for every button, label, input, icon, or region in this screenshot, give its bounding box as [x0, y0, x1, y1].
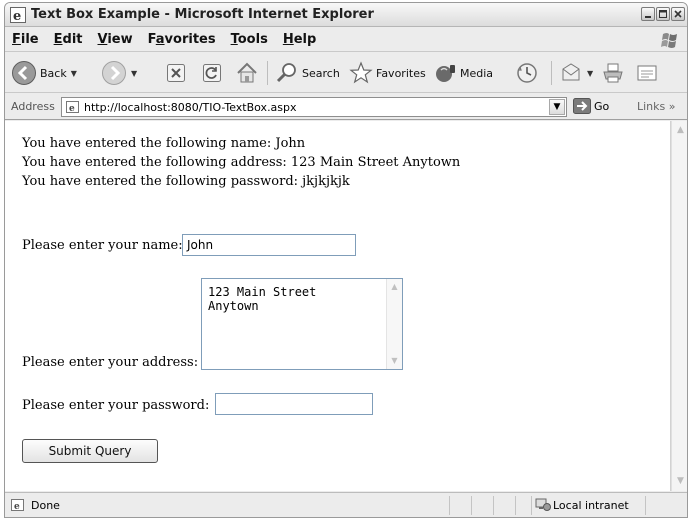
minimize-icon — [645, 16, 651, 18]
close-icon — [674, 10, 682, 18]
favorites-label: Favorites — [376, 66, 426, 80]
address-label: Address — [11, 100, 55, 113]
maximize-button[interactable] — [656, 7, 670, 21]
submit-query-button[interactable]: Submit Query — [22, 439, 158, 463]
address-textarea[interactable]: 123 Main Street Anytown ▲ ▼ — [201, 278, 403, 370]
page-content: You have entered the following name: Joh… — [5, 121, 671, 491]
print-button[interactable] — [601, 59, 625, 87]
scroll-down-icon[interactable]: ▼ — [387, 354, 402, 368]
search-label: Search — [302, 66, 340, 80]
toolbar-separator — [267, 61, 268, 85]
back-button[interactable]: Back ▼ — [11, 59, 77, 87]
favorites-star-icon — [349, 61, 373, 84]
entered-password-text: You have entered the following password:… — [22, 174, 350, 189]
forward-arrow-icon — [102, 61, 126, 85]
status-divider — [471, 496, 472, 515]
history-button[interactable] — [515, 59, 539, 87]
status-divider — [515, 496, 516, 515]
menu-bar: File Edit View Favorites Tools Help — [5, 28, 687, 52]
windows-flag-icon — [661, 33, 677, 48]
stop-button[interactable] — [165, 59, 187, 87]
mail-icon — [562, 63, 580, 81]
status-divider — [449, 496, 450, 515]
name-label: Please enter your name: — [22, 238, 183, 253]
svg-text:e: e — [69, 104, 75, 114]
address-url: http://localhost:8080/TIO-TextBox.aspx — [84, 101, 297, 114]
svg-text:e: e — [14, 502, 20, 512]
svg-text:e: e — [13, 9, 21, 23]
page-done-icon: e — [11, 499, 24, 512]
window-title: Text Box Example - Microsoft Internet Ex… — [31, 7, 374, 22]
print-icon — [603, 63, 623, 83]
password-label: Please enter your password: — [22, 398, 210, 413]
menu-tools[interactable]: Tools — [231, 32, 268, 47]
media-button[interactable]: Media — [433, 59, 493, 87]
maximize-icon — [659, 10, 667, 18]
title-bar: e Text Box Example - Microsoft Internet … — [5, 3, 687, 27]
status-bar: e Done Local intranet — [5, 492, 687, 517]
go-arrow-icon — [573, 98, 591, 114]
page-scrollbar[interactable]: ▲ ▼ — [671, 121, 687, 491]
menu-view[interactable]: View — [98, 32, 133, 47]
media-label: Media — [460, 66, 494, 80]
minimize-button[interactable] — [641, 7, 655, 21]
name-input[interactable]: John — [182, 234, 356, 256]
status-text: Done — [31, 499, 60, 512]
entered-name-text: You have entered the following name: Joh… — [22, 136, 306, 151]
address-input[interactable]: e http://localhost:8080/TIO-TextBox.aspx… — [61, 97, 567, 117]
mail-dropdown-icon[interactable]: ▼ — [587, 69, 593, 78]
refresh-button[interactable] — [201, 59, 223, 87]
go-button[interactable]: Go — [573, 98, 609, 114]
address-textarea-value: 123 Main Street Anytown — [208, 285, 317, 313]
close-button[interactable] — [671, 7, 685, 21]
forward-button[interactable]: ▼ — [101, 59, 137, 87]
scroll-up-icon[interactable]: ▲ — [387, 280, 402, 294]
favorites-button[interactable]: Favorites — [349, 59, 426, 87]
textarea-scrollbar[interactable]: ▲ ▼ — [386, 279, 402, 369]
status-divider — [493, 496, 494, 515]
browser-window: e Text Box Example - Microsoft Internet … — [4, 2, 688, 518]
stop-icon — [167, 64, 185, 82]
history-icon — [517, 63, 537, 83]
menu-help[interactable]: Help — [283, 32, 316, 47]
address-bar: Address e http://localhost:8080/TIO-Text… — [5, 94, 687, 120]
back-label: Back — [40, 66, 67, 80]
media-icon — [436, 65, 455, 82]
password-input[interactable] — [215, 393, 373, 415]
back-arrow-icon — [12, 61, 36, 85]
status-divider — [645, 496, 646, 515]
back-dropdown-icon[interactable]: ▼ — [71, 69, 77, 78]
home-icon — [237, 62, 257, 83]
refresh-icon — [203, 64, 221, 82]
edit-page-icon — [637, 65, 657, 81]
scroll-up-icon[interactable]: ▲ — [673, 123, 687, 138]
menu-edit[interactable]: Edit — [54, 32, 83, 47]
forward-dropdown-icon[interactable]: ▼ — [131, 69, 137, 78]
mail-button[interactable]: ▼ — [559, 59, 593, 87]
entered-address-text: You have entered the following address: … — [22, 155, 461, 170]
ie-logo-icon: e — [10, 7, 26, 23]
status-divider — [531, 496, 532, 515]
menu-file[interactable]: File — [12, 32, 39, 47]
zone-text: Local intranet — [553, 499, 629, 512]
search-button[interactable]: Search — [275, 59, 340, 87]
page-icon: e — [66, 101, 79, 114]
toolbar-separator — [551, 61, 552, 85]
search-icon — [276, 63, 296, 83]
menu-favorites[interactable]: Favorites — [148, 32, 216, 47]
edit-button[interactable] — [635, 59, 659, 87]
links-button[interactable]: Links » — [637, 100, 676, 113]
local-intranet-icon — [535, 498, 551, 511]
scroll-down-icon[interactable]: ▼ — [673, 474, 687, 489]
toolbar: Back ▼ ▼ Search Favorites Media ▼ — [5, 53, 687, 93]
home-button[interactable] — [235, 59, 259, 87]
address-dropdown-icon[interactable]: ▼ — [549, 99, 565, 115]
address-label: Please enter your address: — [22, 355, 199, 370]
go-label: Go — [594, 99, 610, 113]
